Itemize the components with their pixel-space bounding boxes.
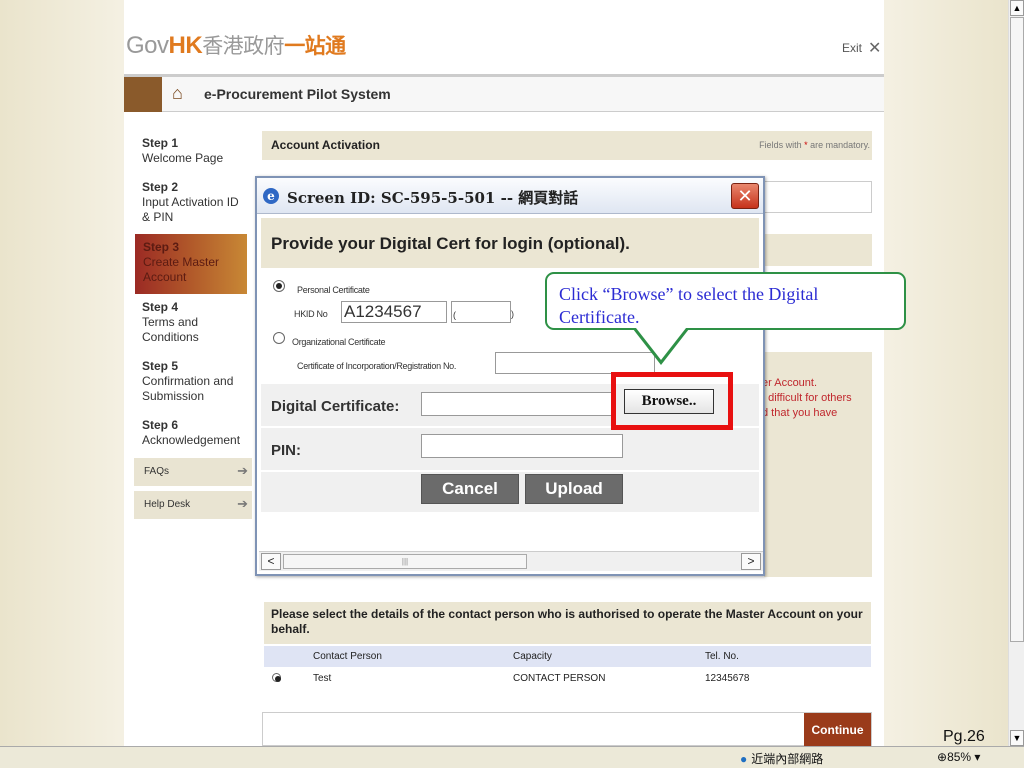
- step-6: Step 6 Acknowledgement: [142, 418, 241, 447]
- digital-cert-label: Digital Certificate:: [271, 398, 400, 415]
- column-contact-person: Contact Person: [313, 651, 382, 662]
- page-vertical-scrollbar[interactable]: ▲ ▼: [1008, 0, 1024, 746]
- upload-button[interactable]: Upload: [525, 474, 623, 504]
- title-bar-accent: [124, 77, 162, 112]
- dialog-title: Screen ID: SC-595-5-501 -- 網頁對話: [287, 189, 579, 207]
- scroll-right-icon[interactable]: >: [741, 553, 761, 570]
- table-row[interactable]: Test CONTACT PERSON 12345678: [264, 668, 871, 689]
- exit-label: Exit: [842, 41, 863, 55]
- scroll-down-icon[interactable]: ▼: [1010, 730, 1024, 746]
- column-tel: Tel. No.: [705, 651, 739, 662]
- mandatory-note: Fields with * are mandatory.: [759, 140, 870, 150]
- govhk-logo[interactable]: GovHK香港政府一站通: [126, 30, 346, 60]
- cell-tel: 12345678: [705, 673, 750, 684]
- contact-person-heading: Please select the details of the contact…: [264, 602, 871, 644]
- pin-label: PIN:: [271, 442, 301, 459]
- hkid-open-paren: (: [453, 310, 456, 320]
- background-warning-text: er Account. t difficult for others d tha…: [762, 377, 852, 419]
- logo-hk: HK: [168, 32, 203, 59]
- cell-capacity: CONTACT PERSON: [513, 673, 606, 684]
- account-activation-header: Account Activation Fields with * are man…: [262, 131, 872, 160]
- personal-cert-label: Personal Certificate: [297, 285, 370, 295]
- step-2: Step 2 Input Activation ID & PIN: [142, 180, 239, 224]
- hkid-label: HKID No: [294, 309, 328, 319]
- faqs-button[interactable]: FAQs ➔: [134, 458, 252, 486]
- faqs-label: FAQs: [144, 466, 170, 477]
- continue-button[interactable]: Continue: [804, 713, 871, 746]
- cell-person: Test: [313, 673, 332, 684]
- globe-icon: ●: [740, 752, 748, 766]
- zone-label: 近端內部網路: [751, 752, 824, 766]
- logo-gov: Gov: [126, 32, 169, 59]
- step-1: Step 1 Welcome Page: [142, 136, 224, 165]
- pin-row: PIN:: [261, 428, 759, 470]
- digital-cert-input[interactable]: [421, 392, 613, 416]
- personal-cert-radio[interactable]: [273, 280, 285, 292]
- zoom-icon: ⊕: [937, 750, 948, 764]
- zoom-label: 85%: [947, 750, 972, 764]
- account-activation-title: Account Activation: [271, 138, 380, 152]
- zoom-control[interactable]: ⊕85% ▾: [937, 750, 980, 764]
- scroll-thumb[interactable]: |||: [283, 554, 527, 569]
- step-4: Step 4 Terms and Conditions: [142, 300, 199, 344]
- dialog-title-bar: e Screen ID: SC-595-5-501 -- 網頁對話 ✕: [257, 178, 763, 214]
- browser-status-bar: ● 近端內部網路 ⊕85% ▾: [0, 746, 1024, 768]
- logo-chinese: 香港政府: [202, 35, 285, 58]
- column-capacity: Capacity: [513, 651, 552, 662]
- security-zone: ● 近端內部網路: [740, 750, 823, 767]
- page-scroll-thumb[interactable]: [1010, 17, 1024, 642]
- pin-input[interactable]: [421, 434, 623, 458]
- contact-radio[interactable]: [272, 673, 281, 682]
- dialog-close-button[interactable]: ✕: [731, 183, 759, 209]
- callout-annotation: Click “Browse” to select the Digital Cer…: [545, 272, 906, 330]
- help-desk-button[interactable]: Help Desk ➔: [134, 491, 252, 519]
- org-cert-label: Organizational Certificate: [292, 337, 386, 347]
- cancel-button[interactable]: Cancel: [421, 474, 519, 504]
- exit-link[interactable]: Exit ✕: [842, 38, 881, 58]
- system-title-bar: ⌂ e-Procurement Pilot System: [124, 74, 884, 112]
- org-reg-input[interactable]: [495, 352, 655, 374]
- ie-icon: e: [263, 188, 279, 204]
- arrow-right-icon: ➔: [237, 463, 248, 478]
- step-5: Step 5 Confirmation and Submission: [142, 359, 234, 403]
- close-icon: ✕: [868, 40, 882, 57]
- org-reg-label: Certificate of Incorporation/Registratio…: [297, 361, 457, 371]
- help-desk-label: Help Desk: [144, 499, 191, 510]
- callout-tail-inner: [636, 328, 686, 360]
- background-section: [764, 234, 872, 266]
- logo-chinese-highlight: 一站通: [284, 35, 346, 58]
- background-field: [764, 181, 872, 213]
- scroll-up-icon[interactable]: ▲: [1010, 0, 1024, 16]
- arrow-right-icon: ➔: [237, 496, 248, 511]
- org-cert-radio[interactable]: [273, 332, 285, 344]
- hkid-close-paren: ): [511, 309, 514, 319]
- house-icon: ⌂: [172, 83, 183, 103]
- dialog-heading: Provide your Digital Cert for login (opt…: [261, 218, 759, 268]
- scroll-left-icon[interactable]: <: [261, 553, 281, 570]
- hkid-check-digit-input[interactable]: [451, 301, 511, 323]
- step-3-active: Step 3 Create Master Account: [135, 234, 247, 294]
- contact-table-header: Contact Person Capacity Tel. No.: [264, 646, 871, 667]
- dialog-button-row: Cancel Upload: [261, 472, 759, 512]
- dialog-horizontal-scrollbar[interactable]: < ||| >: [259, 551, 763, 571]
- hkid-input[interactable]: A1234567: [341, 301, 447, 323]
- browse-button[interactable]: Browse..: [624, 389, 714, 414]
- system-title: e-Procurement Pilot System: [204, 86, 391, 102]
- continue-bar: [262, 712, 872, 746]
- page-number: Pg.26: [943, 728, 985, 745]
